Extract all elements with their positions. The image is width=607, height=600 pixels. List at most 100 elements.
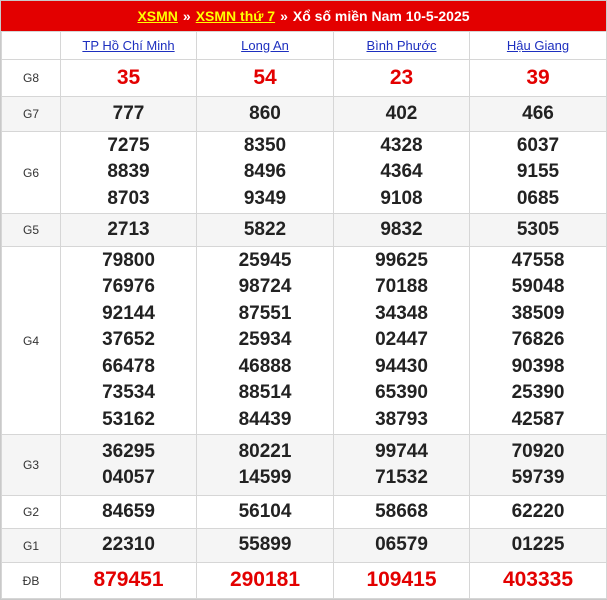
prize-number: 34348: [375, 302, 428, 324]
prize-row: G5 2713 5822 9832 5305: [1, 213, 607, 247]
prize-row: G6 7275 8839 8703 8350 8496 9349 4328 4364 9108 60…: [1, 131, 607, 214]
prize-number: 47558: [511, 249, 565, 271]
prize-cell: 109415: [333, 562, 470, 599]
prize-cell: 80221 14599: [196, 434, 334, 496]
prize-number: 8496: [243, 161, 287, 183]
page-title: Xổ số miền Nam 10-5-2025: [292, 8, 470, 24]
prize-number: 9349: [243, 187, 287, 209]
prize-number: 2713: [107, 218, 150, 240]
prize-number: 22310: [102, 534, 155, 556]
breadcrumb-link-xsmn-saturday[interactable]: XSMN thứ 7: [196, 8, 275, 24]
prize-number: 59739: [511, 467, 565, 488]
province-header: TP Hồ Chí Minh: [60, 31, 197, 60]
prize-number: 56104: [238, 500, 292, 522]
prize-label: G3: [1, 434, 61, 496]
breadcrumb-separator: »: [280, 8, 288, 24]
prize-number: 88514: [238, 382, 292, 404]
prize-cell: 9832: [333, 213, 470, 247]
prize-number: 55899: [238, 534, 292, 556]
prize-number: 5305: [516, 218, 560, 240]
prize-number: 70920: [511, 440, 565, 462]
prize-number: 87551: [238, 302, 292, 324]
prize-label: G2: [1, 495, 61, 529]
prize-number: 62220: [511, 500, 565, 522]
prize-number: 25934: [238, 329, 292, 351]
prize-label: G6: [1, 131, 61, 214]
prize-cell: 777: [60, 96, 197, 132]
prize-label: G4: [1, 246, 61, 435]
prize-label: G8: [1, 59, 61, 97]
prize-number: 80221: [238, 440, 292, 462]
results-container: XSMN » XSMN thứ 7 » Xổ số miền Nam 10-5-…: [0, 0, 607, 600]
prize-number: 42587: [511, 408, 565, 430]
province-link[interactable]: Long An: [241, 38, 289, 53]
prize-number: 9108: [380, 187, 423, 209]
prize-cell: 879451: [60, 562, 197, 599]
prize-number: 65390: [375, 382, 428, 404]
prize-row: G2 84659 56104 58668 62220: [1, 495, 607, 529]
prize-number: 23: [389, 65, 414, 89]
prize-number: 76826: [511, 329, 565, 351]
prize-number: 98724: [238, 276, 292, 298]
prize-number: 70188: [375, 276, 428, 298]
prize-number: 0685: [516, 187, 560, 209]
prize-number: 02447: [375, 329, 428, 351]
prize-number: 403335: [502, 568, 574, 592]
prize-cell: 402: [333, 96, 470, 132]
prize-number: 54: [253, 65, 277, 89]
prize-number: 71532: [375, 467, 428, 488]
prize-number: 59048: [511, 276, 565, 298]
prize-cell: 23: [333, 59, 470, 97]
prize-label: ĐB: [1, 562, 61, 599]
prize-number: 6037: [516, 134, 560, 156]
prize-number: 25945: [238, 249, 292, 271]
prize-cell: 56104: [196, 495, 334, 529]
breadcrumb-link-xsmn[interactable]: XSMN: [137, 8, 177, 24]
prize-cell: 5822: [196, 213, 334, 247]
prize-number: 99744: [375, 440, 428, 462]
prize-number: 99625: [375, 249, 428, 271]
prize-number: 94430: [375, 355, 428, 377]
prize-cell: 62220: [469, 495, 607, 529]
prize-number: 290181: [229, 568, 301, 592]
prize-number: 7275: [107, 134, 150, 156]
breadcrumb: XSMN » XSMN thứ 7 » Xổ số miền Nam 10-5-…: [1, 1, 606, 31]
prize-row: ĐB 879451 290181 109415 403335: [1, 562, 607, 599]
prize-row: G3 36295 04057 80221 14599 99744 71532 70920 597…: [1, 434, 607, 496]
province-header: Hậu Giang: [469, 31, 607, 60]
prize-cell: 290181: [196, 562, 334, 599]
prize-number: 66478: [102, 355, 155, 377]
prize-cell: 6037 9155 0685: [469, 131, 607, 214]
prize-number: 860: [249, 102, 281, 124]
prize-cell: 25945 98724 87551 25934 46888 88514 84439: [196, 246, 334, 435]
prize-number: 777: [112, 102, 145, 124]
prize-cell: 70920 59739: [469, 434, 607, 496]
prize-cell: 22310: [60, 528, 197, 563]
prize-number: 76976: [102, 276, 155, 298]
province-link[interactable]: Bình Phước: [367, 38, 437, 53]
prize-cell: 2713: [60, 213, 197, 247]
prize-row: G8 35 54 23 39: [1, 59, 607, 97]
prize-number: 402: [385, 102, 418, 124]
prize-cell: 47558 59048 38509 76826 90398 25390 42587: [469, 246, 607, 435]
prize-cell: 79800 76976 92144 37652 66478 73534 53162: [60, 246, 197, 435]
prize-number: 14599: [238, 467, 292, 488]
prize-cell: 55899: [196, 528, 334, 563]
prize-label: G7: [1, 96, 61, 132]
prize-number: 39: [526, 65, 550, 89]
prize-number: 36295: [102, 440, 155, 462]
prize-number: 37652: [102, 329, 155, 351]
province-link[interactable]: TP Hồ Chí Minh: [82, 38, 174, 53]
prize-number: 92144: [102, 302, 155, 324]
prize-cell: 403335: [469, 562, 607, 599]
prize-cell: 01225: [469, 528, 607, 563]
prize-number: 38509: [511, 302, 565, 324]
prize-cell: 54: [196, 59, 334, 97]
prize-row: G1 22310 55899 06579 01225: [1, 528, 607, 563]
prize-number: 9832: [380, 218, 423, 240]
prize-number: 73534: [102, 382, 155, 404]
prize-cell: 466: [469, 96, 607, 132]
prize-number: 53162: [102, 408, 155, 430]
province-link[interactable]: Hậu Giang: [507, 38, 569, 53]
prize-number: 84439: [238, 408, 292, 430]
